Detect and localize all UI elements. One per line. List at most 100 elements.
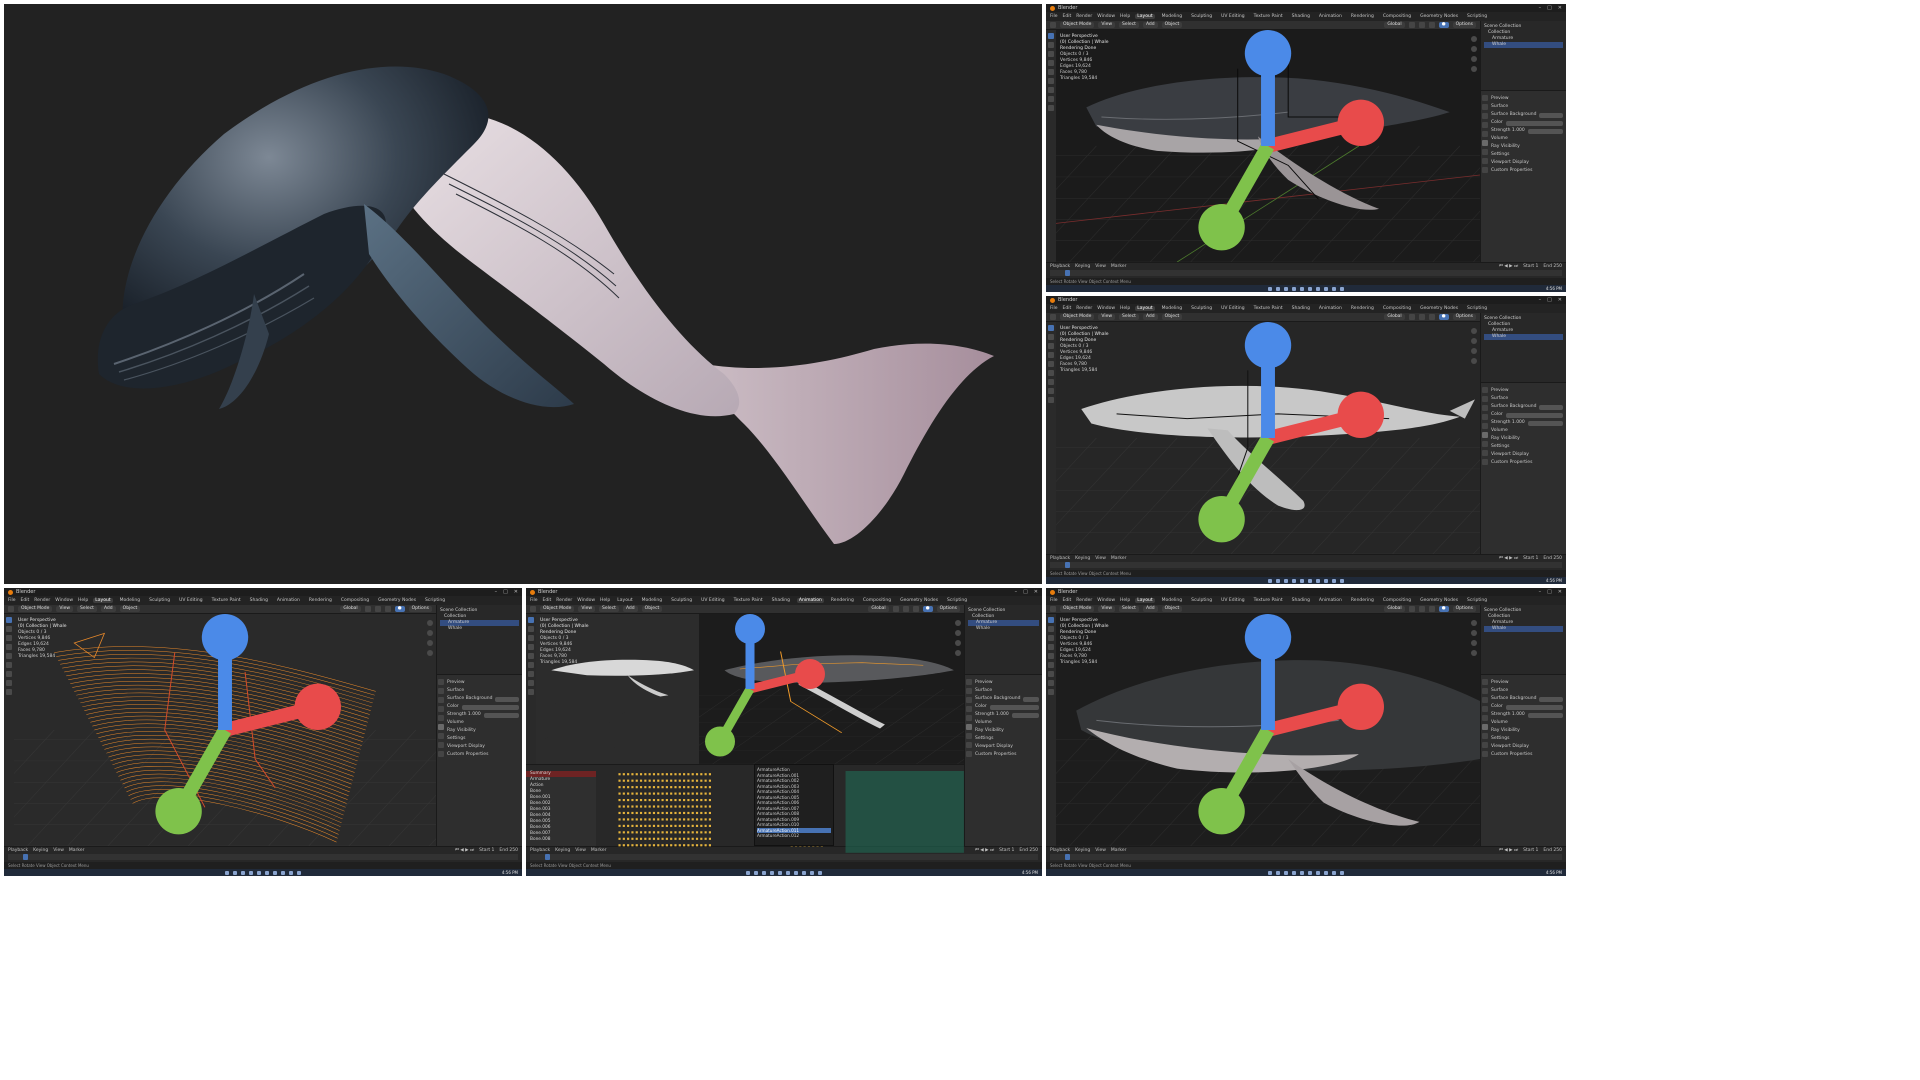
keyframe[interactable] xyxy=(648,773,651,776)
keyframe[interactable] xyxy=(665,818,668,821)
blender-taskbar-icon[interactable] xyxy=(802,870,806,875)
keyframe[interactable] xyxy=(622,811,625,815)
3d-viewport[interactable]: User Perspective (0) Collection | Whale Re… xyxy=(536,614,964,764)
property-row[interactable]: Ray Visibility xyxy=(1491,727,1563,735)
keyframe[interactable] xyxy=(670,773,673,776)
timeline-menu[interactable]: Keying xyxy=(1075,556,1090,561)
property-row[interactable]: Color xyxy=(447,703,519,711)
keyframe[interactable] xyxy=(674,792,677,795)
annotate-icon[interactable] xyxy=(6,671,12,677)
keyframe[interactable] xyxy=(678,779,681,782)
keyframe[interactable] xyxy=(695,798,699,802)
workspace-tab[interactable]: Layout xyxy=(1135,14,1155,19)
window-controls[interactable]: – □ ✕ xyxy=(495,589,518,595)
keyframe[interactable] xyxy=(704,811,707,815)
keyframe[interactable] xyxy=(678,773,681,776)
timeline-menu[interactable]: Marker xyxy=(1111,264,1127,269)
menu-item[interactable]: Help xyxy=(1120,598,1130,603)
timeline-menu[interactable]: Marker xyxy=(69,848,85,853)
keyframe[interactable] xyxy=(704,773,707,776)
outliner-item[interactable]: Whale xyxy=(1484,42,1563,48)
timeline-menu[interactable]: View xyxy=(53,848,64,853)
editor-type-icon[interactable] xyxy=(8,606,14,612)
mode-dropdown[interactable]: Object Mode xyxy=(1060,314,1095,320)
proportional-edit-icon[interactable] xyxy=(374,606,381,612)
play-controls[interactable]: ⏮ ◀ ▶ ⏭ xyxy=(1499,847,1518,853)
keyframe[interactable] xyxy=(704,844,707,847)
workspace-tab[interactable]: Texture Paint xyxy=(1252,14,1285,19)
camera-icon[interactable] xyxy=(955,640,961,646)
keyframe[interactable] xyxy=(695,792,699,795)
keyframe[interactable] xyxy=(665,831,668,834)
keyframe[interactable] xyxy=(661,779,664,782)
keyframe[interactable] xyxy=(631,837,634,840)
keyframe[interactable] xyxy=(618,786,621,789)
modifier-tab-icon[interactable] xyxy=(438,742,444,748)
menu-item[interactable]: File xyxy=(530,598,538,603)
keyframe[interactable] xyxy=(700,792,703,795)
keyframe[interactable] xyxy=(657,831,660,834)
property-field[interactable] xyxy=(1539,404,1563,410)
timeline-menu[interactable]: Keying xyxy=(33,848,48,853)
workspace-tab[interactable]: Compositing xyxy=(861,598,893,603)
keyframe[interactable] xyxy=(700,786,703,789)
output-tab-icon[interactable] xyxy=(438,697,444,703)
action-item[interactable]: ArmatureAction.012 xyxy=(757,833,831,839)
workspace-tab[interactable]: Texture Paint xyxy=(1252,306,1285,311)
view-menu[interactable]: View xyxy=(1098,606,1116,612)
keyframe[interactable] xyxy=(661,798,664,802)
view-layer-tab-icon[interactable] xyxy=(438,706,444,712)
keyframe[interactable] xyxy=(683,831,686,834)
keyframe[interactable] xyxy=(644,805,647,808)
timeline-menu[interactable]: Playback xyxy=(530,848,550,853)
overlay-icon[interactable] xyxy=(1428,314,1435,320)
nla-strip[interactable] xyxy=(845,771,964,853)
keyframe[interactable] xyxy=(644,837,647,840)
keyframe[interactable] xyxy=(622,786,625,789)
modifier-tab-icon[interactable] xyxy=(966,742,972,748)
keyframe[interactable] xyxy=(683,805,686,808)
maximize-icon[interactable]: □ xyxy=(1547,589,1552,595)
zoom-icon[interactable] xyxy=(1471,36,1477,42)
grid-icon[interactable] xyxy=(1471,358,1477,364)
keyframe[interactable] xyxy=(657,792,660,795)
output-tab-icon[interactable] xyxy=(1482,405,1488,411)
timeline-ruler[interactable] xyxy=(1050,562,1562,568)
keyframe[interactable] xyxy=(683,798,686,802)
property-row[interactable]: Surface xyxy=(1491,687,1563,695)
keyframe[interactable] xyxy=(622,779,625,782)
keyframe[interactable] xyxy=(657,818,660,821)
property-row[interactable]: Strength 1.000 xyxy=(1491,127,1563,135)
cursor-icon[interactable] xyxy=(1048,334,1054,340)
frame-start[interactable]: Start 1 xyxy=(479,848,494,853)
chrome-icon[interactable] xyxy=(1332,578,1336,583)
camera-icon[interactable] xyxy=(427,640,433,646)
keyframe[interactable] xyxy=(644,831,647,834)
chrome-icon[interactable] xyxy=(1332,870,1336,875)
keyframe[interactable] xyxy=(661,792,664,795)
rotate-icon[interactable] xyxy=(6,644,12,650)
keyframe[interactable] xyxy=(678,818,681,821)
annotate-icon[interactable] xyxy=(528,671,534,677)
keyframe[interactable] xyxy=(635,773,638,776)
property-field[interactable] xyxy=(1539,112,1563,118)
3d-viewport[interactable]: User Perspective (0) Collection | Whale Re… xyxy=(1056,322,1480,554)
keyframe[interactable] xyxy=(670,824,673,827)
property-row[interactable]: Custom Properties xyxy=(1491,459,1563,467)
store-icon[interactable] xyxy=(1316,578,1320,583)
keyframe[interactable] xyxy=(631,811,634,815)
settings-icon[interactable] xyxy=(1340,578,1344,583)
keyframe[interactable] xyxy=(635,844,638,847)
keyframe[interactable] xyxy=(670,818,673,821)
keyframe[interactable] xyxy=(665,837,668,840)
keyframe[interactable] xyxy=(639,811,643,815)
keyframe[interactable] xyxy=(683,824,686,827)
options-menu[interactable]: Options xyxy=(1452,606,1476,612)
world-tab-icon[interactable] xyxy=(1482,724,1488,730)
window-controls[interactable]: – □ ✕ xyxy=(1539,589,1562,595)
workspace-tab[interactable]: Compositing xyxy=(1381,598,1413,603)
keyframe[interactable] xyxy=(678,837,681,840)
overlay-icon[interactable] xyxy=(1428,606,1435,612)
camera-icon[interactable] xyxy=(1471,640,1477,646)
property-field[interactable] xyxy=(1527,712,1563,718)
